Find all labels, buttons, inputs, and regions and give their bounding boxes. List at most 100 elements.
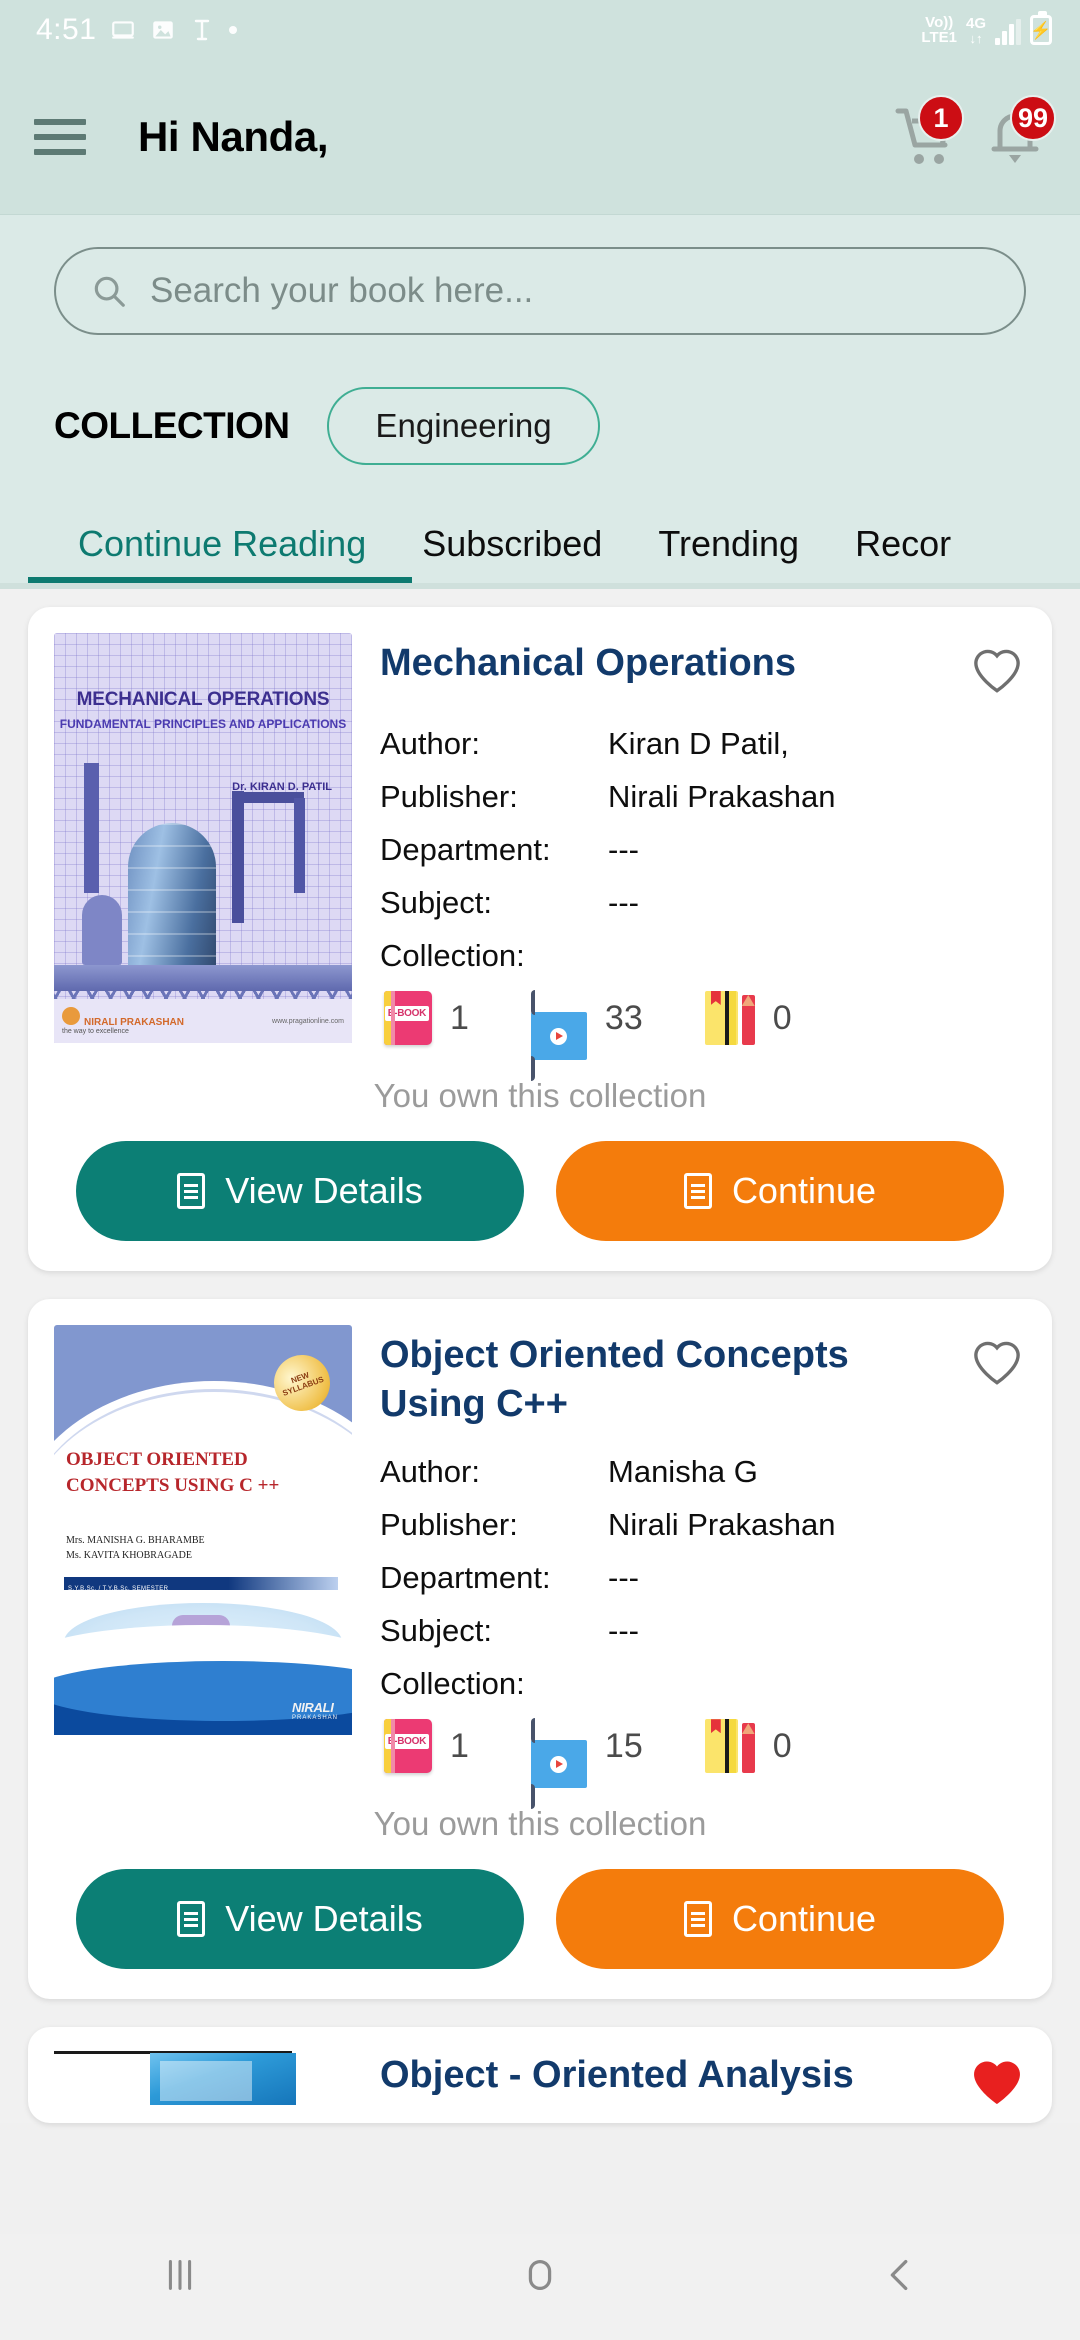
meta-row: Author: Kiran D Patil, [380,726,789,761]
stat-video: 33 [530,990,643,1081]
recents-button[interactable] [0,2252,360,2298]
home-button[interactable] [360,2252,720,2298]
android-navigation-bar [0,2234,1080,2340]
view-details-button[interactable]: View Details [76,1869,524,1970]
book-list: MECHANICAL OPERATIONS FUNDAMENTAL PRINCI… [0,589,1080,2124]
back-button[interactable] [720,2252,1080,2298]
collection-row: COLLECTION Engineering [0,335,1080,465]
status-bar: 4:51 Vo)) LTE1 4G ↓↑ ⚡ [0,0,1080,60]
meta-row: Subject: --- [380,1613,639,1649]
meta-row: Subject: --- [380,885,639,920]
meta-row: Collection: [380,938,525,973]
tab-recommended[interactable]: Recor [827,523,979,583]
ebook-icon: E-BOOK [384,1719,432,1774]
ebook-icon: E-BOOK [384,991,432,1045]
tab-continue-reading[interactable]: Continue Reading [27,523,413,583]
stat-video: 15 [530,1718,643,1810]
heart-filled-icon [974,2061,1020,2105]
continue-button[interactable]: Continue [556,1141,1004,1241]
document-icon [683,1173,712,1209]
book-card[interactable]: Object - Oriented Analysis [28,2027,1052,2124]
notes-icon [704,991,755,1045]
book-card[interactable]: NEW SYLLABUS OBJECT ORIENTED CONCEPTS USI… [28,1299,1052,2000]
collection-chip-engineering[interactable]: Engineering [327,387,600,465]
stat-ebook: E-BOOK 1 [384,991,469,1045]
cart-badge: 1 [918,95,964,141]
image-icon [150,17,176,43]
cover-strip: S.Y.B.Sc. / T.Y.B.Sc. SEMESTER [64,1577,338,1592]
book-cover-image[interactable]: NEW SYLLABUS OBJECT ORIENTED CONCEPTS USI… [54,1325,352,1773]
favorite-toggle[interactable] [970,2051,1026,2112]
meta-row: Author: Manisha G [380,1454,758,1490]
video-count: 33 [604,998,643,1037]
book-cover-image[interactable] [54,2045,352,2112]
tab-subscribed[interactable]: Subscribed [394,523,630,583]
status-clock: 4:51 [36,13,97,46]
book-title[interactable]: Object Oriented Concepts Using C++ [380,1331,970,1428]
book-title[interactable]: Mechanical Operations [380,639,970,688]
continue-button[interactable]: Continue [556,1869,1004,1970]
tab-section: Continue Reading Subscribed Trending Rec… [0,465,1080,589]
notes-count: 0 [772,1726,792,1765]
book-meta: Author: Manisha G Publisher: Nirali Prakas… [380,1454,1026,1702]
dot-icon [228,25,238,35]
recents-icon [168,2260,192,2290]
video-icon [530,1718,587,1810]
cart-button[interactable]: 1 [892,95,964,171]
book-stats: E-BOOK 1 15 0 [380,1718,1026,1810]
cover-title: OBJECT ORIENTED CONCEPTS USING C ++ [66,1449,280,1496]
cover-publisher-mark: NIRALI PRAKASHAN the way to excellence [62,1006,184,1036]
search-input[interactable]: Search your book here... [150,271,533,311]
favorite-toggle[interactable] [970,639,1026,700]
app-root: 4:51 Vo)) LTE1 4G ↓↑ ⚡ Hi Nanda, 1 99 Se… [0,0,1080,2340]
stat-notes: 0 [704,991,792,1045]
video-count: 15 [604,1726,643,1765]
stat-ebook: E-BOOK 1 [384,1719,469,1774]
view-details-button[interactable]: View Details [76,1141,524,1241]
favorite-toggle[interactable] [970,1331,1026,1392]
battery-charging-icon: ⚡ [1030,11,1052,45]
search-icon [94,276,125,307]
document-icon [177,1173,206,1209]
stat-notes: 0 [704,1719,792,1774]
book-cover-image[interactable]: MECHANICAL OPERATIONS FUNDAMENTAL PRINCI… [54,633,352,1045]
book-meta: Author: Kiran D Patil, Publisher: Nirali P… [380,726,1026,974]
cover-subtitle: FUNDAMENTAL PRINCIPLES AND APPLICATIONS [59,717,347,731]
ebook-count: 1 [450,1726,469,1765]
notes-icon [704,1719,755,1774]
heart-outline-icon [974,649,1020,693]
cover-title: MECHANICAL OPERATIONS [76,689,330,710]
notes-count: 0 [772,998,792,1037]
search-bar[interactable]: Search your book here... [54,247,1026,335]
collection-label: COLLECTION [54,405,290,446]
search-section: Search your book here... [0,215,1080,335]
hamburger-icon[interactable] [34,119,86,155]
network-type-indicator: 4G ↓↑ [965,15,986,46]
app-header: Hi Nanda, 1 99 [0,60,1080,215]
ownership-status: You own this collection [373,1077,707,1114]
notification-badge: 99 [1010,95,1056,141]
meta-row: Department: --- [380,1560,639,1596]
document-icon [177,1901,206,1938]
heart-outline-icon [974,1341,1020,1385]
tab-trending[interactable]: Trending [630,523,827,583]
book-stats: E-BOOK 1 33 0 [380,990,1026,1081]
book-card[interactable]: MECHANICAL OPERATIONS FUNDAMENTAL PRINCI… [28,607,1052,1271]
volte-indicator: Vo)) LTE1 [921,14,957,46]
meta-row: Publisher: Nirali Prakashan [380,779,836,814]
book-title[interactable]: Object - Oriented Analysis [380,2051,970,2100]
home-icon [528,2259,552,2291]
cover-website: www.pragationline.com [272,1017,344,1025]
tab-strip[interactable]: Continue Reading Subscribed Trending Rec… [0,523,1080,583]
tablet-icon [110,17,136,43]
meta-row: Collection: [380,1666,525,1702]
cover-authors: Mrs. MANISHA G. BHARAMBE Ms. KAVITA KHOBR… [66,1535,205,1561]
cover-publisher-mark: NIRALI PRAKASHAN [291,1700,338,1721]
page-title: Hi Nanda, [138,113,329,160]
notifications-button[interactable]: 99 [984,95,1056,171]
ownership-status: You own this collection [373,1805,707,1843]
back-icon [890,2259,908,2291]
ebook-count: 1 [450,998,469,1037]
meta-row: Department: --- [380,832,639,867]
meta-row: Publisher: Nirali Prakashan [380,1507,836,1543]
